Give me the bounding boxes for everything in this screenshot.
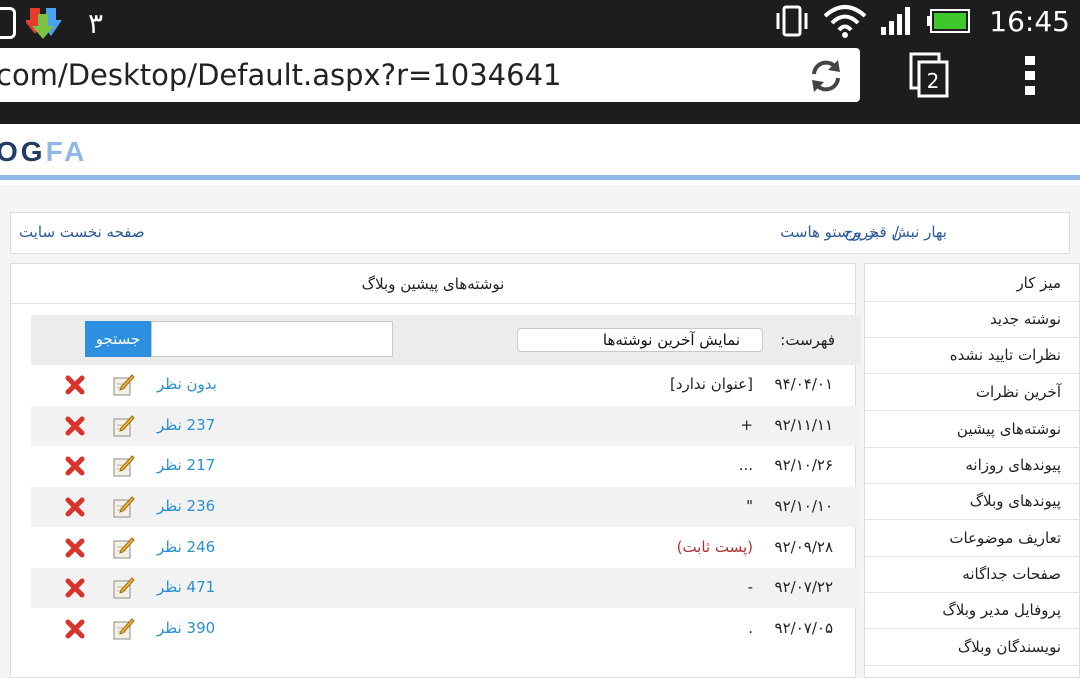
post-row: ۹۲/۰۹/۲۸ (پست ثابت) 246 نظر	[31, 528, 861, 568]
search-input[interactable]	[151, 321, 393, 357]
divider	[865, 665, 1080, 666]
sidebar-item-dashboard[interactable]: میز کار	[1016, 274, 1061, 310]
edit-icon[interactable]	[113, 496, 135, 518]
logout-link[interactable]: خروج	[844, 223, 878, 241]
edit-icon[interactable]	[113, 537, 135, 559]
edit-icon[interactable]	[113, 577, 135, 599]
divider	[865, 556, 1080, 557]
sidebar-item-new-post[interactable]: نوشته جدید	[990, 310, 1061, 346]
download-arrow-icon	[26, 8, 62, 39]
top-info-bar: صفحه نخست سایت بهار نبش قبر پرستو هاست /…	[10, 212, 1070, 254]
delete-icon[interactable]	[65, 578, 85, 598]
divider	[865, 410, 1080, 411]
divider	[865, 337, 1080, 338]
divider	[865, 592, 1080, 593]
posts-panel: نوشته‌های پیشین وبلاگ فهرست: نمایش آخرین…	[10, 263, 861, 678]
post-title[interactable]: .	[748, 619, 753, 637]
reload-icon[interactable]	[806, 56, 846, 96]
delete-icon[interactable]	[65, 456, 85, 476]
post-comments-link[interactable]: 237 نظر	[157, 416, 215, 434]
post-row: ۹۲/۱۰/۲۶... 217 نظر	[31, 446, 861, 486]
post-title[interactable]: "	[746, 497, 753, 515]
notification-count: ۳	[88, 6, 104, 40]
post-row: ۹۲/۰۷/۰۵. 390 نظر	[31, 609, 861, 649]
sidebar-item-pages[interactable]: صفحات جداگانه	[962, 565, 1061, 601]
divider	[865, 447, 1080, 448]
signal-icon	[881, 7, 911, 35]
post-comments-link[interactable]: 246 نظر	[157, 538, 215, 556]
address-bar[interactable]: com/Desktop/Default.aspx?r=1034641	[0, 48, 860, 102]
url-text[interactable]: com/Desktop/Default.aspx?r=1034641	[0, 58, 561, 92]
post-title[interactable]: +	[740, 416, 753, 434]
overflow-menu-icon[interactable]	[1018, 54, 1042, 98]
edit-icon[interactable]	[113, 415, 135, 437]
post-row: ۹۲/۱۱/۱۱ +237 نظر	[31, 406, 861, 446]
sidebar-item-admin-profile[interactable]: پروفایل مدیر وبلاگ	[942, 601, 1061, 637]
sidebar-item-daily-links[interactable]: پیوندهای روزانه	[965, 456, 1061, 492]
panel-title: نوشته‌های پیشین وبلاگ	[11, 264, 855, 304]
filter-row: فهرست: نمایش آخرین نوشته‌ها جستجو	[31, 315, 861, 365]
sidebar-item-previous-posts[interactable]: نوشته‌های پیشین	[957, 420, 1061, 456]
vibrate-icon	[776, 5, 808, 37]
edit-icon[interactable]	[113, 455, 135, 477]
search-button[interactable]: جستجو	[85, 321, 151, 357]
post-date: ۹۲/۰۷/۲۲	[774, 578, 833, 596]
delete-icon[interactable]	[65, 538, 85, 558]
post-date: ۹۴/۰۴/۰۱	[774, 375, 833, 393]
site-home-link[interactable]: صفحه نخست سایت	[19, 223, 145, 241]
post-date: ۹۲/۱۰/۱۰	[774, 497, 833, 515]
post-title[interactable]: ...	[739, 456, 753, 474]
divider	[865, 301, 1080, 302]
post-comments-link[interactable]: 236 نظر	[157, 497, 215, 515]
edit-icon[interactable]	[113, 618, 135, 640]
post-date: ۹۲/۰۹/۲۸	[774, 538, 833, 556]
divider	[865, 628, 1080, 629]
tab-count: 2	[927, 69, 940, 93]
filter-label: فهرست:	[780, 331, 835, 349]
sidebar-item-blog-links[interactable]: پیوندهای وبلاگ	[970, 492, 1061, 528]
post-date: ۹۲/۱۱/۱۱	[774, 416, 833, 434]
post-row: ۹۴/۰۴/۰۱ [عنوان ندارد] بدون نظر	[31, 365, 861, 405]
wifi-icon	[823, 5, 867, 38]
post-row: ۹۲/۰۷/۲۲ - 471 نظر	[31, 568, 861, 608]
site-header: OGFA	[0, 124, 1080, 180]
post-title[interactable]: -	[748, 578, 753, 596]
list-filter-select[interactable]: نمایش آخرین نوشته‌ها	[517, 328, 763, 352]
dashboard-page: صفحه نخست سایت بهار نبش قبر پرستو هاست /…	[0, 185, 1080, 678]
post-comments-link[interactable]: بدون نظر	[157, 375, 217, 393]
browser-toolbar: com/Desktop/Default.aspx?r=1034641 2	[0, 46, 1080, 124]
status-time: 16:45	[989, 4, 1070, 38]
tabs-button[interactable]: 2	[905, 52, 953, 100]
sidebar-item-pending-comments[interactable]: نظرات تایید نشده	[950, 346, 1061, 382]
status-bar: ۳ 16:45	[0, 0, 1080, 46]
app-notification-icon	[0, 7, 16, 39]
delete-icon[interactable]	[65, 416, 85, 436]
sidebar-menu: میز کار نوشته جدید نظرات تایید نشده آخری…	[864, 263, 1080, 678]
blogfa-logo[interactable]: OGFA	[0, 136, 87, 168]
delete-icon[interactable]	[65, 619, 85, 639]
divider	[865, 519, 1080, 520]
divider	[865, 373, 1080, 374]
battery-icon	[927, 9, 971, 33]
post-comments-link[interactable]: 217 نظر	[157, 456, 215, 474]
post-title[interactable]: [عنوان ندارد]	[670, 375, 753, 393]
post-date: ۹۲/۰۷/۰۵	[774, 619, 833, 637]
edit-icon[interactable]	[113, 374, 135, 396]
sidebar-item-authors[interactable]: نویسندگان وبلاگ	[958, 638, 1061, 674]
sidebar-item-categories[interactable]: تعاریف موضوعات	[949, 529, 1061, 565]
divider	[865, 483, 1080, 484]
post-row: ۹۲/۱۰/۱۰ " 236 نظر	[31, 487, 861, 527]
post-comments-link[interactable]: 471 نظر	[157, 578, 215, 596]
delete-icon[interactable]	[65, 497, 85, 517]
delete-icon[interactable]	[65, 375, 85, 395]
separator: /	[894, 223, 900, 241]
post-date: ۹۲/۱۰/۲۶	[774, 456, 833, 474]
sidebar-item-latest-comments[interactable]: آخرین نظرات	[976, 383, 1061, 419]
post-comments-link[interactable]: 390 نظر	[157, 619, 215, 637]
post-title[interactable]: (پست ثابت)	[677, 538, 753, 556]
